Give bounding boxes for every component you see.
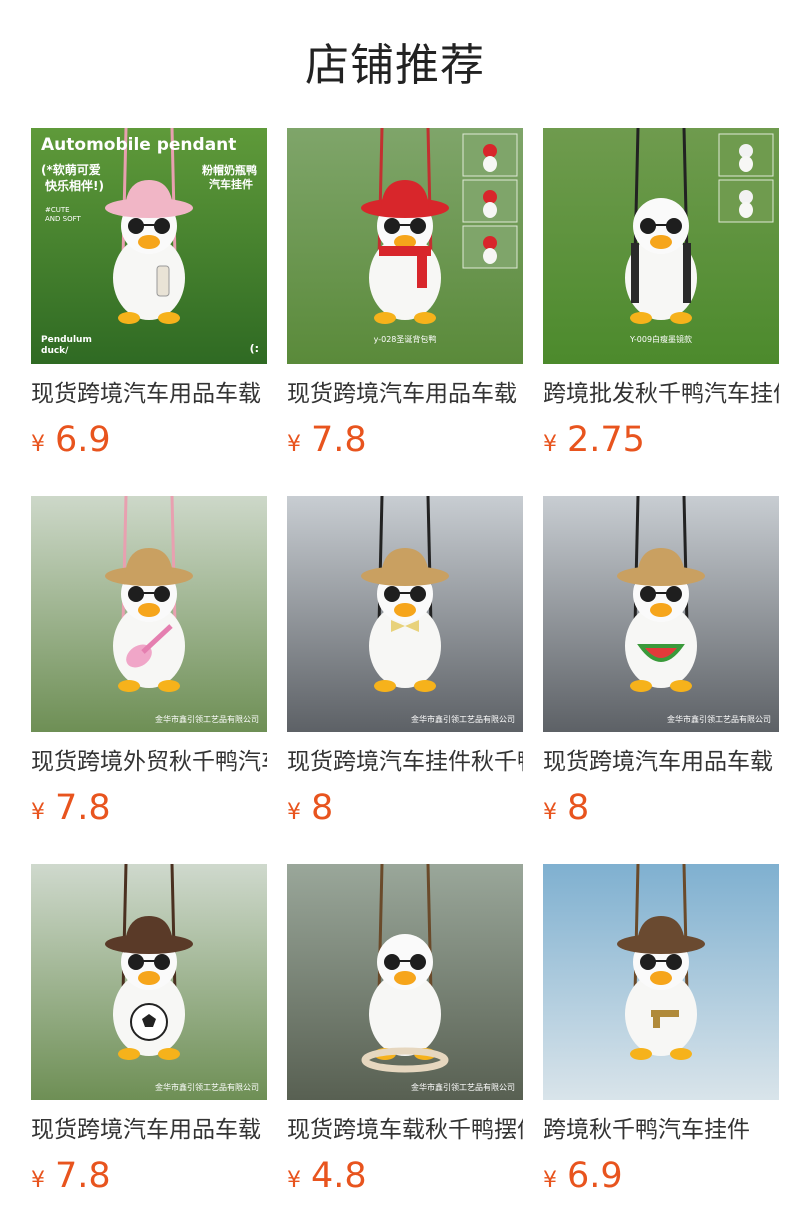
product-card[interactable]: 金华市鑫引领工艺品有限公司现货跨境汽车用品车载 ¥8 <box>543 496 779 864</box>
duck-pendant-photo: y-028圣诞背包鸭 <box>287 128 523 364</box>
price-amount: 7.8 <box>55 1156 111 1196</box>
duck-pendant-photo: Y-009白瘦墨镜款 <box>543 128 779 364</box>
price-amount: 6.9 <box>567 1156 623 1196</box>
product-grid: Automobile pendant (*软萌可爱 快乐相伴!) 粉帽奶瓶鸭 汽车挂件 #… <box>31 128 779 1232</box>
currency-symbol: ¥ <box>543 432 557 457</box>
overlay-side-line: 粉帽奶瓶鸭 <box>202 163 257 177</box>
product-card[interactable]: y-028圣诞背包鸭现货跨境汽车用品车载 ¥7.8 <box>287 128 523 496</box>
duck-pendant-photo <box>543 864 779 1100</box>
product-image[interactable]: y-028圣诞背包鸭 <box>287 128 523 364</box>
photo-caption: y-028圣诞背包鸭 <box>374 334 437 344</box>
currency-symbol: ¥ <box>287 800 301 825</box>
product-title[interactable]: 现货跨境汽车用品车载 <box>31 378 267 410</box>
photo-watermark: 金华市鑫引领工艺品有限公司 <box>411 714 515 724</box>
product-image[interactable]: 金华市鑫引领工艺品有限公司 <box>31 496 267 732</box>
product-image[interactable]: Automobile pendant (*软萌可爱 快乐相伴!) 粉帽奶瓶鸭 汽车挂件 #… <box>31 128 267 364</box>
product-card[interactable]: Y-009白瘦墨镜款跨境批发秋千鸭汽车挂件 ¥2.75 <box>543 128 779 496</box>
photo-watermark: 金华市鑫引领工艺品有限公司 <box>155 714 259 724</box>
overlay-bottom-line: duck/ <box>41 346 69 356</box>
product-image[interactable]: Y-009白瘦墨镜款 <box>543 128 779 364</box>
photo-watermark: 金华市鑫引领工艺品有限公司 <box>155 1082 259 1092</box>
product-price: ¥2.75 <box>543 418 779 462</box>
product-image[interactable]: 金华市鑫引领工艺品有限公司 <box>31 864 267 1100</box>
duck-pendant-photo: 金华市鑫引领工艺品有限公司 <box>31 496 267 732</box>
currency-symbol: ¥ <box>31 432 45 457</box>
currency-symbol: ¥ <box>543 1168 557 1193</box>
product-card[interactable]: 金华市鑫引领工艺品有限公司现货跨境汽车挂件秋千鸭 ¥8 <box>287 496 523 864</box>
currency-symbol: ¥ <box>31 800 45 825</box>
duck-pendant-photo: 金华市鑫引领工艺品有限公司 <box>287 496 523 732</box>
currency-symbol: ¥ <box>31 1168 45 1193</box>
overlay-bottom-line: Pendulum <box>41 335 92 345</box>
photo-caption: Y-009白瘦墨镜款 <box>629 334 692 344</box>
product-price: ¥4.8 <box>287 1154 523 1198</box>
duck-pendant-photo: 金华市鑫引领工艺品有限公司 <box>31 864 267 1100</box>
photo-watermark: 金华市鑫引领工艺品有限公司 <box>411 1082 515 1092</box>
product-title[interactable]: 跨境秋千鸭汽车挂件 <box>543 1114 779 1146</box>
product-price: ¥6.9 <box>31 418 267 462</box>
product-title[interactable]: 跨境批发秋千鸭汽车挂件 <box>543 378 779 410</box>
product-card[interactable]: 跨境秋千鸭汽车挂件 ¥6.9 <box>543 864 779 1232</box>
overlay-tag-line: #CUTE <box>45 206 70 214</box>
duck-pendant-photo: 金华市鑫引领工艺品有限公司 <box>543 496 779 732</box>
price-amount: 8 <box>311 788 334 828</box>
product-price: ¥8 <box>287 786 523 830</box>
overlay-corner: (: <box>250 342 259 355</box>
product-price: ¥8 <box>543 786 779 830</box>
overlay-title: Automobile pendant <box>41 135 236 155</box>
product-price: ¥6.9 <box>543 1154 779 1198</box>
duck-pendant-photo: Automobile pendant (*软萌可爱快乐相伴!) 粉帽奶瓶鸭汽车挂件 #… <box>31 128 267 364</box>
product-title[interactable]: 现货跨境汽车用品车载 <box>287 378 523 410</box>
product-image[interactable] <box>543 864 779 1100</box>
price-amount: 4.8 <box>311 1156 367 1196</box>
product-price: ¥7.8 <box>31 1154 267 1198</box>
product-title[interactable]: 现货跨境汽车用品车载 <box>31 1114 267 1146</box>
price-amount: 2.75 <box>567 420 645 460</box>
product-title[interactable]: 现货跨境汽车用品车载 <box>543 746 779 778</box>
product-title[interactable]: 现货跨境车载秋千鸭摆件 <box>287 1114 523 1146</box>
shop-recommend-page: 店铺推荐 Automobile pendant (*软萌可爱 快乐相伴!) 粉帽奶瓶鸭… <box>0 0 790 1232</box>
product-card[interactable]: 金华市鑫引领工艺品有限公司现货跨境汽车用品车载 ¥7.8 <box>31 864 267 1232</box>
overlay-badge-line: 快乐相伴!) <box>45 178 104 193</box>
product-card[interactable]: Automobile pendant (*软萌可爱 快乐相伴!) 粉帽奶瓶鸭 汽车挂件 #… <box>31 128 267 496</box>
price-amount: 8 <box>567 788 590 828</box>
product-image[interactable]: 金华市鑫引领工艺品有限公司 <box>287 864 523 1100</box>
currency-symbol: ¥ <box>287 1168 301 1193</box>
inset-thumbnails <box>462 133 518 269</box>
overlay-side-line: 汽车挂件 <box>209 177 253 191</box>
currency-symbol: ¥ <box>543 800 557 825</box>
price-amount: 7.8 <box>55 788 111 828</box>
currency-symbol: ¥ <box>287 432 301 457</box>
overlay-badge-line: (*软萌可爱 <box>41 162 101 177</box>
duck-figure <box>625 198 697 324</box>
product-title[interactable]: 现货跨境汽车挂件秋千鸭 <box>287 746 523 778</box>
price-amount: 7.8 <box>311 420 367 460</box>
product-price: ¥7.8 <box>31 786 267 830</box>
price-amount: 6.9 <box>55 420 111 460</box>
product-title[interactable]: 现货跨境外贸秋千鸭汽车 <box>31 746 267 778</box>
product-card[interactable]: 金华市鑫引领工艺品有限公司现货跨境外贸秋千鸭汽车 ¥7.8 <box>31 496 267 864</box>
product-price: ¥7.8 <box>287 418 523 462</box>
product-card[interactable]: 金华市鑫引领工艺品有限公司现货跨境车载秋千鸭摆件 ¥4.8 <box>287 864 523 1232</box>
product-image[interactable]: 金华市鑫引领工艺品有限公司 <box>287 496 523 732</box>
page-title: 店铺推荐 <box>305 40 485 91</box>
overlay-tag-line: AND SOFT <box>45 215 81 223</box>
photo-watermark: 金华市鑫引领工艺品有限公司 <box>667 714 771 724</box>
product-image[interactable]: 金华市鑫引领工艺品有限公司 <box>543 496 779 732</box>
duck-pendant-photo: 金华市鑫引领工艺品有限公司 <box>287 864 523 1100</box>
